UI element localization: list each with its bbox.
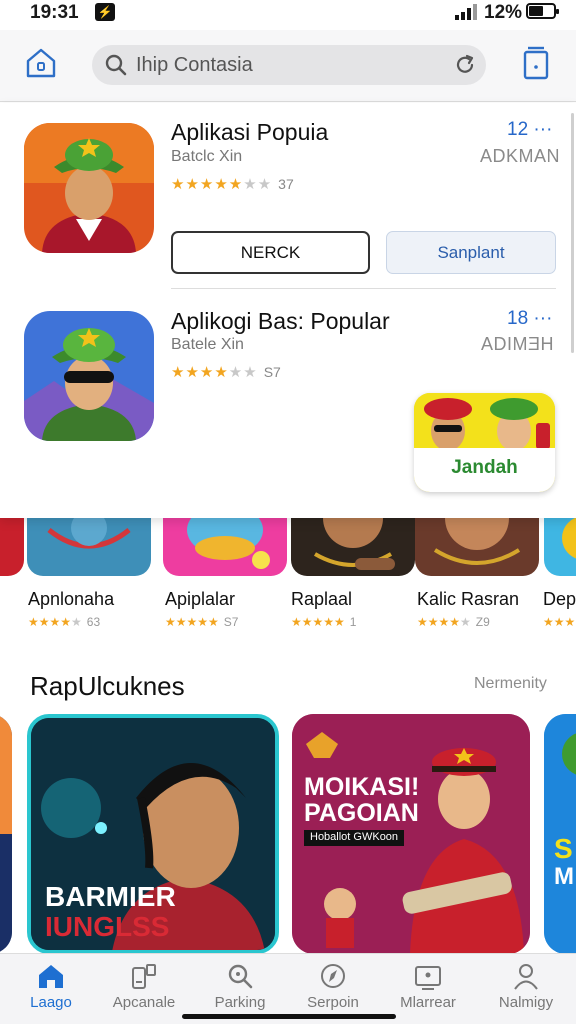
- mini-app-name[interactable]: Apnlonaha: [28, 589, 114, 610]
- nav-label: Laago: [30, 994, 72, 1011]
- person-icon: [514, 964, 538, 990]
- nav-label: Nalmigy: [498, 994, 554, 1011]
- mini-app-icon-3[interactable]: [291, 518, 415, 576]
- mini-app-icon-4[interactable]: [415, 518, 539, 576]
- nav-label: Mlarrear: [400, 994, 456, 1011]
- rating-stars: ★★★★★★★ 37: [171, 176, 294, 193]
- nav-item-store[interactable]: Mlarrear: [380, 962, 476, 1018]
- home-shield-icon[interactable]: [24, 46, 58, 80]
- nav-item-search[interactable]: Parking: [192, 962, 288, 1018]
- search-icon: [105, 54, 127, 76]
- banner-1[interactable]: BARMIER IUNGLSS: [27, 714, 279, 954]
- notification-icon: ⚡: [95, 3, 115, 21]
- store-icon: [415, 966, 441, 990]
- mini-rating-count: 1: [349, 615, 357, 629]
- home-indicator[interactable]: [182, 1014, 396, 1019]
- battery-icon: [526, 3, 559, 19]
- mini-rating: ★★★★★ S7: [165, 615, 239, 629]
- refresh-icon[interactable]: [454, 54, 476, 76]
- home-icon: [39, 965, 63, 988]
- mini-app-icon-2[interactable]: [163, 518, 287, 576]
- mini-rating: ★★★★★ 63: [28, 615, 101, 629]
- scroll-indicator: [571, 113, 574, 353]
- filled-button[interactable]: Sanplant: [386, 231, 556, 274]
- promo-art: [414, 393, 555, 453]
- mini-rating: ★★★: [543, 615, 576, 629]
- mini-app-icon-1[interactable]: [27, 518, 151, 576]
- status-time: 19:31: [30, 2, 79, 23]
- banner-line2: PAGOIAN: [304, 799, 419, 827]
- section-title: RapUlcuknes: [30, 671, 185, 701]
- nav-item-apps[interactable]: Apcanale: [96, 962, 192, 1018]
- developer-label: ADIMƎH: [481, 334, 555, 354]
- mini-app-icon-5[interactable]: [544, 518, 576, 576]
- mini-app-name[interactable]: Apiplalar: [165, 589, 235, 610]
- banner-line1: S: [554, 833, 573, 864]
- banner-tag: Hoballot GWKoon: [304, 830, 405, 846]
- app-subtitle: Batele Xin: [171, 336, 244, 353]
- mini-app-icon-0[interactable]: [0, 518, 24, 576]
- app-icon-1[interactable]: [24, 123, 154, 253]
- rating-count: S7: [263, 364, 281, 380]
- mini-rating-count: 63: [86, 615, 101, 629]
- featured-panel: Aplikasi Popuia Batclc Xin ★★★★★★★ 37 12 …: [0, 103, 576, 518]
- nav-item-home[interactable]: Laago: [3, 962, 99, 1018]
- mini-rating-count: S7: [223, 615, 239, 629]
- nav-label: Apcanale: [112, 994, 176, 1011]
- banner-2[interactable]: MOIKASI! PAGOIAN Hoballot GWKoon: [292, 714, 530, 954]
- developer-label: ADKMAN: [480, 146, 561, 166]
- mini-app-name[interactable]: Dep: [543, 589, 576, 610]
- search-bar[interactable]: [92, 45, 486, 85]
- banner-line2: IUNGLSS: [45, 911, 170, 942]
- mini-rating-count: Z9: [475, 615, 490, 629]
- app-name[interactable]: Aplikogi Bas: Popular: [171, 308, 390, 335]
- app-subtitle: Batclc Xin: [171, 148, 243, 165]
- status-bar: 19:31 ⚡ 12%: [0, 0, 576, 28]
- mini-app-name[interactable]: Kalic Rasran: [417, 589, 519, 610]
- promo-label: Jandah: [414, 448, 555, 492]
- nav-label: Parking: [214, 994, 266, 1011]
- banner-3[interactable]: S M: [544, 714, 576, 954]
- banner-0[interactable]: [0, 714, 12, 954]
- signal-icon: [455, 4, 477, 20]
- banner-carousel: BARMIER IUNGLSS MOIKASI! PAGOIAN Hoballo…: [0, 714, 576, 954]
- section-more-link[interactable]: Nermenity: [474, 675, 547, 693]
- top-bar: [0, 30, 576, 102]
- mini-app-name[interactable]: Raplaal: [291, 589, 352, 610]
- search-icon: [228, 964, 253, 989]
- promo-tile[interactable]: Jandah: [414, 393, 555, 492]
- mini-app-row: Apnlonaha ★★★★★ 63 Apiplalar ★★★★★ S7 Rapl…: [0, 518, 576, 633]
- nav-label: Serpoin: [307, 994, 359, 1011]
- banner-line1: BARMIER: [45, 881, 176, 912]
- mini-rating: ★★★★★ 1: [291, 615, 357, 629]
- apps-icon: [132, 964, 156, 989]
- mini-rating: ★★★★★ Z9: [417, 615, 490, 629]
- nav-item-profile[interactable]: Nalmigy: [478, 962, 574, 1018]
- nav-item-compass[interactable]: Serpoin: [285, 962, 381, 1018]
- outline-button[interactable]: NERCK: [171, 231, 370, 274]
- battery-percent: 12%: [484, 2, 523, 23]
- tabs-icon[interactable]: [521, 46, 551, 80]
- banner-line2: M: [554, 863, 574, 890]
- search-input[interactable]: [136, 50, 436, 80]
- rank-label[interactable]: 12 ···: [507, 119, 552, 141]
- divider: [171, 288, 556, 289]
- rank-label[interactable]: 18 ···: [507, 308, 552, 330]
- compass-icon: [321, 964, 345, 988]
- app-name[interactable]: Aplikasi Popuia: [171, 119, 328, 146]
- banner-line1: MOIKASI!: [304, 773, 420, 801]
- rating-count: 37: [278, 176, 294, 192]
- rating-stars: ★★★★★★ S7: [171, 364, 281, 381]
- app-icon-2[interactable]: [24, 311, 154, 441]
